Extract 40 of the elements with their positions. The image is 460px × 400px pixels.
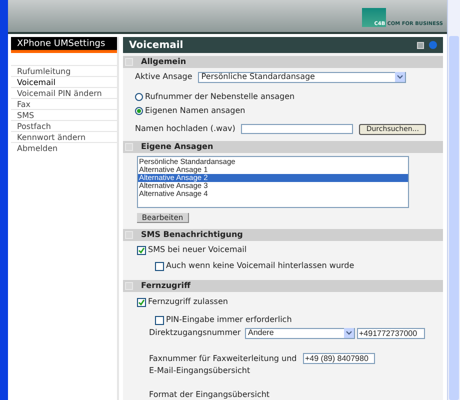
field-label: Faxnummer für Faxweiterleitung und E-Mail-Eingangsübersicht (149, 353, 298, 377)
field-label: Direktzugangsnummer (149, 327, 242, 339)
radio-button[interactable] (135, 107, 143, 115)
sidebar-item[interactable]: Kennwort ändern (11, 131, 117, 142)
field-label: Namen hochladen (.wav) (135, 123, 236, 135)
field-label: Aktive Ansage (135, 71, 192, 83)
section-title: SMS Benachrichtigung (141, 229, 243, 241)
fax-number-field[interactable]: +49 (89) 8407980 (303, 353, 375, 364)
field-label: Format der Eingangsübersicht (149, 390, 270, 399)
sidebar-item[interactable]: SMS (11, 109, 117, 120)
sidebar-item[interactable]: Voicemail (11, 76, 117, 87)
scrollbar[interactable] (447, 0, 460, 400)
sidebar-item[interactable]: Abmelden (11, 142, 117, 153)
radio-label: Rufnummer der Nebenstelle ansagen (145, 91, 295, 103)
checkbox-label: Fernzugriff zulassen (148, 296, 228, 308)
dropdown-arrow-icon[interactable] (344, 328, 354, 338)
dropdown-arrow-icon[interactable] (395, 72, 406, 82)
file-input-field[interactable] (241, 124, 354, 134)
section-title: Eigene Ansagen (141, 141, 214, 153)
sidebar-item[interactable]: Postfach (11, 120, 117, 131)
sidebar-item[interactable]: Rufumleitung (11, 65, 117, 76)
save-icon[interactable] (417, 42, 424, 48)
checkbox[interactable] (137, 298, 146, 306)
sidebar-item[interactable]: Voicemail PIN ändern (11, 87, 117, 98)
checkbox[interactable] (155, 262, 164, 270)
checkbox-label: SMS bei neuer Voicemail (148, 244, 247, 256)
radio-button[interactable] (135, 93, 143, 101)
section-title: Fernzugriff (141, 280, 190, 292)
page-title: Voicemail (129, 38, 184, 52)
checkbox-label: Auch wenn keine Voicemail hinterlassen wurde (166, 260, 354, 272)
direct-number-dropdown[interactable]: Andere (245, 328, 355, 338)
sidebar-item[interactable]: Fax (11, 98, 117, 109)
app-title: XPhone UMSettings (17, 39, 106, 49)
checkbox[interactable] (155, 316, 164, 324)
checkbox[interactable] (137, 246, 146, 254)
checkbox-label: PIN-Eingabe immer erforderlich (166, 314, 292, 326)
direct-number-field[interactable]: +491772737000 (357, 328, 425, 338)
radio-label: Eigenen Namen ansagen (145, 105, 246, 117)
section-title: Allgemein (141, 56, 186, 68)
announcement-dropdown[interactable]: Persönliche Standardansage (198, 72, 406, 82)
